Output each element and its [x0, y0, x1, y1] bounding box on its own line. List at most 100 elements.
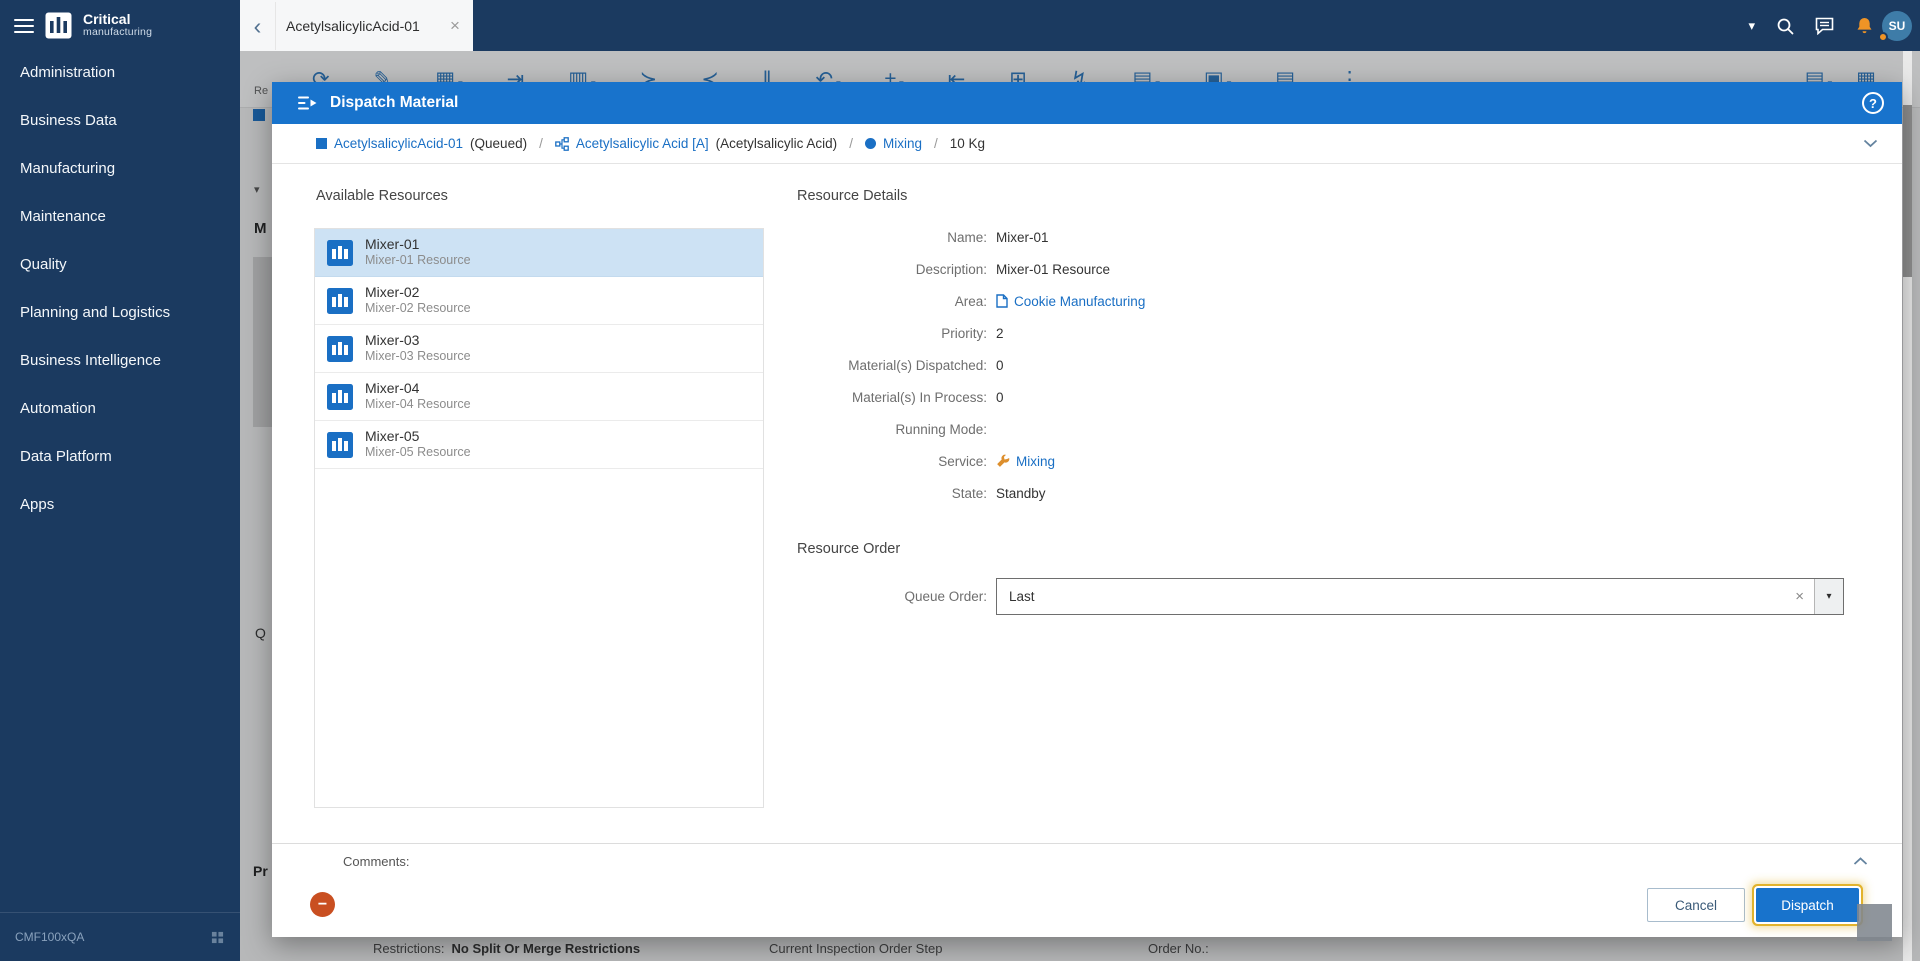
back-icon[interactable]: ‹	[240, 1, 276, 50]
chevron-down-icon[interactable]: ▾	[1748, 18, 1755, 34]
help-button[interactable]: ?	[1862, 92, 1884, 114]
sidebar-header: Critical manufacturing	[0, 0, 240, 51]
service-link-label: Mixing	[1016, 453, 1056, 469]
resource-description: Mixer-04 Resource	[365, 397, 471, 412]
sidebar-navigation: Administration Business Data Manufacturi…	[0, 48, 240, 528]
resource-order-title: Resource Order	[797, 541, 901, 557]
resource-icon	[327, 287, 353, 314]
material-link[interactable]: AcetylsalicylicAcid-01	[334, 136, 463, 151]
chevron-down-icon[interactable]	[1863, 139, 1878, 148]
chevron-up-icon[interactable]	[1853, 857, 1868, 866]
sidebar-item-manufacturing[interactable]: Manufacturing	[0, 144, 240, 192]
resource-icon	[327, 239, 353, 266]
queue-order-select[interactable]: Last × ▾	[996, 578, 1844, 615]
dispatch-button[interactable]: Dispatch	[1756, 888, 1859, 922]
sidebar-item-apps[interactable]: Apps	[0, 480, 240, 528]
top-bar: ‹ AcetylsalicylicAcid-01 × ▾ SU	[240, 0, 1920, 51]
detail-row-name: Name: Mixer-01	[647, 221, 1145, 253]
scrollbar-thumb[interactable]	[1903, 105, 1912, 277]
detail-row-service: Service: Mixing	[647, 445, 1145, 477]
field-label: Running Mode:	[895, 421, 987, 437]
drag-ghost	[1857, 904, 1892, 941]
sidebar-item-quality[interactable]: Quality	[0, 240, 240, 288]
sidebar-item-business-intelligence[interactable]: Business Intelligence	[0, 336, 240, 384]
status-dot-icon	[1878, 31, 1888, 42]
avatar-initials: SU	[1888, 18, 1906, 33]
product-description: (Acetylsalicylic Acid)	[715, 136, 838, 151]
resource-name: Mixer-01	[365, 235, 420, 252]
queue-order-value: Last	[1009, 589, 1035, 604]
resource-details-fields: Name: Mixer-01 Description: Mixer-01 Res…	[647, 221, 1145, 509]
menu-icon[interactable]	[14, 18, 34, 33]
tab-title: AcetylsalicylicAcid-01	[286, 17, 420, 34]
clear-icon[interactable]: ×	[1785, 588, 1814, 605]
breadcrumb-separator: /	[933, 136, 938, 151]
wrench-icon	[996, 454, 1010, 468]
sidebar-item-data-platform[interactable]: Data Platform	[0, 432, 240, 480]
sidebar-item-administration[interactable]: Administration	[0, 48, 240, 96]
quantity-text: 10 Kg	[949, 136, 986, 151]
main-sidebar: Critical manufacturing Administration Bu…	[0, 0, 240, 961]
area-link-label: Cookie Manufacturing	[1014, 293, 1146, 309]
comments-section-header[interactable]: Comments:	[272, 843, 1902, 879]
chevron-down-icon: ▾	[1826, 591, 1832, 602]
detail-row-priority: Priority: 2	[647, 317, 1145, 349]
topbar-actions: ▾ SU	[1748, 0, 1912, 51]
resource-text: Mixer-04 Mixer-04 Resource	[365, 380, 471, 413]
resource-text: Mixer-03 Mixer-03 Resource	[365, 332, 471, 365]
alerts-icon[interactable]	[1855, 16, 1874, 35]
resource-icon	[327, 383, 353, 410]
queue-order-row: Queue Order: Last × ▾	[647, 578, 1844, 615]
available-resources-title: Available Resources	[316, 188, 448, 204]
product-icon	[555, 136, 569, 151]
help-icon: ?	[1869, 95, 1877, 111]
resource-name: Mixer-04	[365, 379, 420, 396]
chat-icon[interactable]	[1815, 17, 1834, 35]
resource-text: Mixer-01 Mixer-01 Resource	[365, 236, 471, 269]
dialog-title: Dispatch Material	[330, 94, 459, 111]
breadcrumb-separator: /	[539, 136, 543, 151]
sidebar-item-business-data[interactable]: Business Data	[0, 96, 240, 144]
cancel-button[interactable]: Cancel	[1647, 888, 1745, 922]
field-value: Standby	[996, 485, 1046, 501]
field-label: Description:	[915, 261, 987, 277]
field-value: 0	[996, 357, 1004, 373]
detail-row-materials-dispatched: Material(s) Dispatched: 0	[647, 349, 1145, 381]
sidebar-item-planning-and-logistics[interactable]: Planning and Logistics	[0, 288, 240, 336]
tab-acetylsalicylicacid-01[interactable]: ‹ AcetylsalicylicAcid-01 ×	[240, 0, 473, 51]
vertical-scrollbar[interactable]	[1903, 51, 1912, 961]
detail-row-description: Description: Mixer-01 Resource	[647, 253, 1145, 285]
service-link[interactable]: Mixing	[996, 454, 1055, 469]
dropdown-toggle-button[interactable]: ▾	[1814, 579, 1843, 614]
field-value: 0	[996, 389, 1004, 405]
field-label: Area:	[954, 293, 987, 309]
connection-status-icon	[211, 931, 224, 944]
remove-comment-button[interactable]: −	[310, 892, 335, 917]
product-link[interactable]: Acetylsalicylic Acid [A]	[576, 136, 709, 151]
search-icon[interactable]	[1776, 17, 1794, 35]
sidebar-item-automation[interactable]: Automation	[0, 384, 240, 432]
resource-description: Mixer-02 Resource	[365, 301, 471, 316]
field-value: 2	[996, 325, 1004, 341]
dispatch-material-dialog: Dispatch Material ? AcetylsalicylicAcid-…	[272, 82, 1902, 937]
close-icon[interactable]: ×	[437, 16, 473, 36]
sidebar-item-maintenance[interactable]: Maintenance	[0, 192, 240, 240]
step-link[interactable]: Mixing	[883, 136, 922, 151]
brand-name: Critical	[83, 11, 131, 28]
user-avatar[interactable]: SU	[1878, 10, 1912, 42]
resource-text: Mixer-02 Mixer-02 Resource	[365, 284, 471, 317]
field-label: State:	[951, 485, 987, 501]
brand-logo-icon	[45, 12, 72, 39]
breadcrumb-separator: /	[849, 136, 853, 151]
comments-label: Comments:	[343, 854, 410, 869]
resource-description: Mixer-05 Resource	[365, 445, 471, 460]
resource-details-title: Resource Details	[797, 188, 908, 204]
resource-name: Mixer-03	[365, 331, 420, 348]
area-icon	[996, 294, 1008, 308]
material-state: (Queued)	[470, 136, 528, 151]
dialog-header: Dispatch Material ?	[272, 82, 1902, 124]
area-link[interactable]: Cookie Manufacturing	[996, 294, 1145, 309]
field-label: Name:	[947, 229, 987, 245]
field-label: Material(s) Dispatched:	[848, 357, 987, 373]
environment-label: CMF100xQA	[15, 930, 85, 944]
